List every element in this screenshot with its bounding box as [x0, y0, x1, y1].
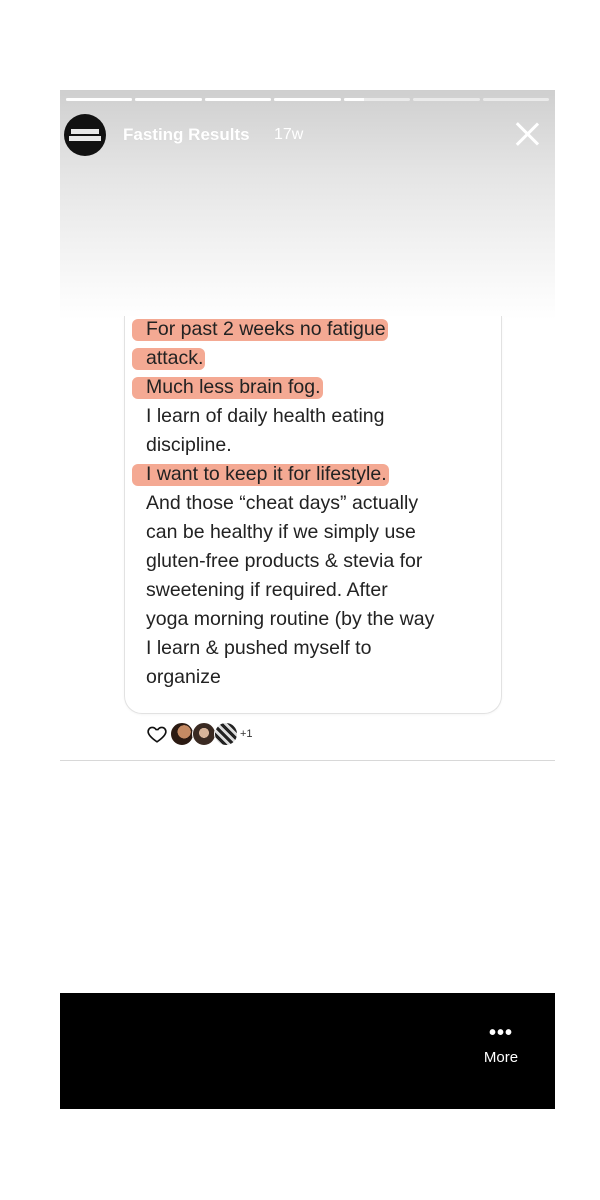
progress-segment: [343, 98, 411, 101]
brand-logo-icon: [69, 128, 101, 142]
post-line: I learn & pushed myself to: [146, 637, 372, 659]
reactor-avatar: [214, 722, 238, 746]
progress-segment: [413, 98, 480, 101]
reactor-avatar: [170, 722, 194, 746]
post-line: attack.: [132, 344, 496, 373]
post-line: For past 2 weeks no fatigue: [132, 315, 496, 344]
post-line: sweetening if required. After: [146, 579, 388, 601]
more-button[interactable]: ••• More: [481, 1022, 521, 1066]
story-progress-bar: [66, 98, 549, 101]
story-header: Fasting Results 17w: [60, 112, 555, 158]
progress-segment: [66, 98, 133, 101]
post-line: discipline.: [146, 434, 232, 456]
progress-segment: [135, 98, 202, 101]
post-line: I learn of daily health eating: [146, 405, 385, 427]
reactor-avatar: [192, 722, 216, 746]
post-line: And those “cheat days” actually: [146, 492, 419, 514]
story-age: 17w: [274, 126, 304, 143]
post-line: yoga morning routine (by the way: [146, 608, 435, 630]
post-line: gluten-free products & stevia for: [146, 550, 423, 572]
progress-segment: [204, 98, 272, 101]
screenshot-card: For past 2 weeks no fatigue attack. Much l…: [124, 316, 502, 714]
post-line: Much less brain fog.: [132, 373, 496, 402]
post-line: can be healthy if we simply use: [146, 521, 416, 543]
reactions-extra-count: +1: [240, 728, 253, 740]
ellipsis-icon: •••: [488, 1022, 513, 1044]
progress-segment: [482, 98, 549, 101]
account-name[interactable]: Fasting Results: [123, 125, 250, 145]
divider: [60, 760, 555, 761]
close-icon[interactable]: [511, 118, 543, 150]
reactions-row[interactable]: +1: [146, 722, 253, 746]
progress-segment: [274, 98, 341, 101]
story-viewer: Fasting Results 17w For past 2 weeks no …: [60, 90, 555, 1109]
heart-icon[interactable]: [146, 723, 168, 745]
bottom-bar: ••• More: [60, 993, 555, 1109]
account-avatar[interactable]: [64, 114, 106, 156]
post-line: I want to keep it for lifestyle.: [132, 460, 496, 489]
post-line: organize: [146, 666, 221, 688]
post-text: For past 2 weeks no fatigue attack. Much l…: [132, 315, 496, 692]
more-label: More: [483, 1049, 519, 1066]
